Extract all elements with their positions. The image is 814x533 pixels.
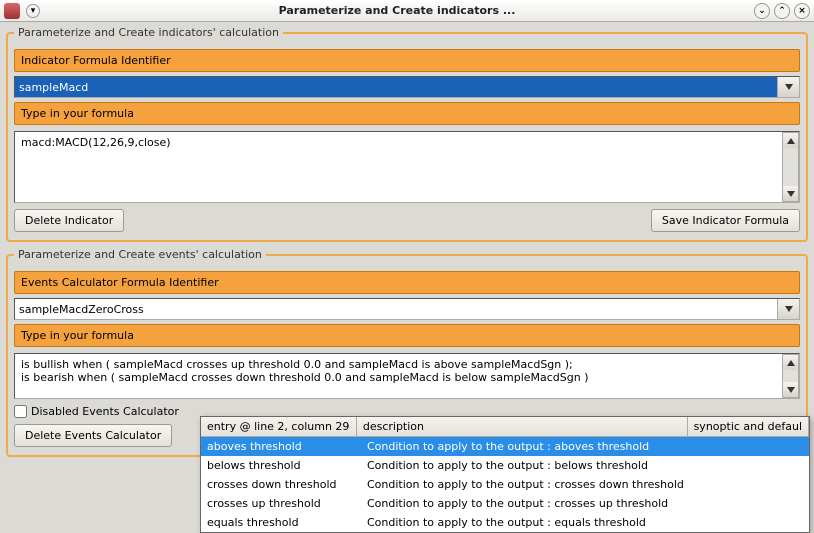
autocomplete-description: Condition to apply to the output : above… — [361, 437, 701, 456]
events-legend: Parameterize and Create events' calculat… — [14, 248, 266, 261]
autocomplete-col-description[interactable]: description — [357, 417, 688, 436]
scroll-up-button[interactable] — [782, 354, 799, 370]
autocomplete-description: Condition to apply to the output : below… — [361, 456, 701, 475]
autocomplete-entry: aboves threshold — [201, 437, 361, 456]
autocomplete-synoptic — [701, 475, 809, 494]
window-menu-icon[interactable]: ▾ — [26, 4, 40, 18]
scroll-up-button[interactable] — [782, 132, 799, 148]
scroll-down-button[interactable] — [782, 186, 799, 202]
indicator-identifier-combo[interactable] — [14, 76, 800, 98]
delete-events-calculator-button[interactable]: Delete Events Calculator — [14, 424, 172, 447]
indicator-formula-label: Type in your formula — [14, 102, 800, 125]
scroll-down-button[interactable] — [782, 382, 799, 398]
minimize-button[interactable]: ⌄ — [754, 3, 770, 19]
autocomplete-entry: crosses up threshold — [201, 494, 361, 513]
events-identifier-label: Events Calculator Formula Identifier — [14, 271, 800, 294]
autocomplete-header: entry @ line 2, column 29 description sy… — [201, 417, 809, 437]
autocomplete-entry: crosses down threshold — [201, 475, 361, 494]
autocomplete-description: Condition to apply to the output : cross… — [361, 494, 701, 513]
autocomplete-entry: equals threshold — [201, 513, 361, 532]
save-indicator-button[interactable]: Save Indicator Formula — [651, 209, 800, 232]
disabled-events-label: Disabled Events Calculator — [31, 405, 179, 418]
title-bar: ▾ Parameterize and Create indicators ...… — [0, 0, 814, 22]
indicators-group: Parameterize and Create indicators' calc… — [6, 26, 808, 242]
chevron-down-icon[interactable] — [777, 299, 799, 319]
indicator-identifier-input[interactable] — [15, 77, 777, 97]
indicator-formula-textarea[interactable] — [15, 132, 781, 192]
autocomplete-entry: belows threshold — [201, 456, 361, 475]
app-icon — [4, 3, 20, 19]
delete-indicator-button[interactable]: Delete Indicator — [14, 209, 124, 232]
chevron-down-icon[interactable] — [777, 77, 799, 97]
autocomplete-row[interactable]: belows thresholdCondition to apply to th… — [201, 456, 809, 475]
indicator-formula-field[interactable] — [14, 131, 800, 203]
scroll-track[interactable] — [782, 148, 799, 186]
autocomplete-col-entry[interactable]: entry @ line 2, column 29 — [201, 417, 357, 436]
autocomplete-synoptic — [701, 513, 809, 532]
maximize-button[interactable]: ⌃ — [774, 3, 790, 19]
indicator-identifier-label: Indicator Formula Identifier — [14, 49, 800, 72]
autocomplete-row[interactable]: crosses up thresholdCondition to apply t… — [201, 494, 809, 513]
autocomplete-synoptic — [701, 437, 809, 456]
events-formula-textarea[interactable] — [15, 354, 781, 388]
events-formula-field[interactable] — [14, 353, 800, 399]
autocomplete-popup: entry @ line 2, column 29 description sy… — [200, 416, 810, 533]
disabled-events-checkbox[interactable] — [14, 405, 27, 418]
autocomplete-row[interactable]: aboves thresholdCondition to apply to th… — [201, 437, 809, 456]
autocomplete-synoptic — [701, 456, 809, 475]
autocomplete-description: Condition to apply to the output : cross… — [361, 475, 701, 494]
indicators-legend: Parameterize and Create indicators' calc… — [14, 26, 283, 39]
events-formula-label: Type in your formula — [14, 324, 800, 347]
autocomplete-description: Condition to apply to the output : equal… — [361, 513, 701, 532]
events-identifier-combo[interactable] — [14, 298, 800, 320]
events-identifier-input[interactable] — [15, 299, 777, 319]
autocomplete-col-synoptic[interactable]: synoptic and defaul — [688, 417, 809, 436]
scroll-track[interactable] — [782, 370, 799, 382]
autocomplete-row[interactable]: equals thresholdCondition to apply to th… — [201, 513, 809, 532]
window-title: Parameterize and Create indicators ... — [44, 4, 750, 17]
autocomplete-row[interactable]: crosses down thresholdCondition to apply… — [201, 475, 809, 494]
autocomplete-synoptic — [701, 494, 809, 513]
close-button[interactable]: × — [794, 3, 810, 19]
